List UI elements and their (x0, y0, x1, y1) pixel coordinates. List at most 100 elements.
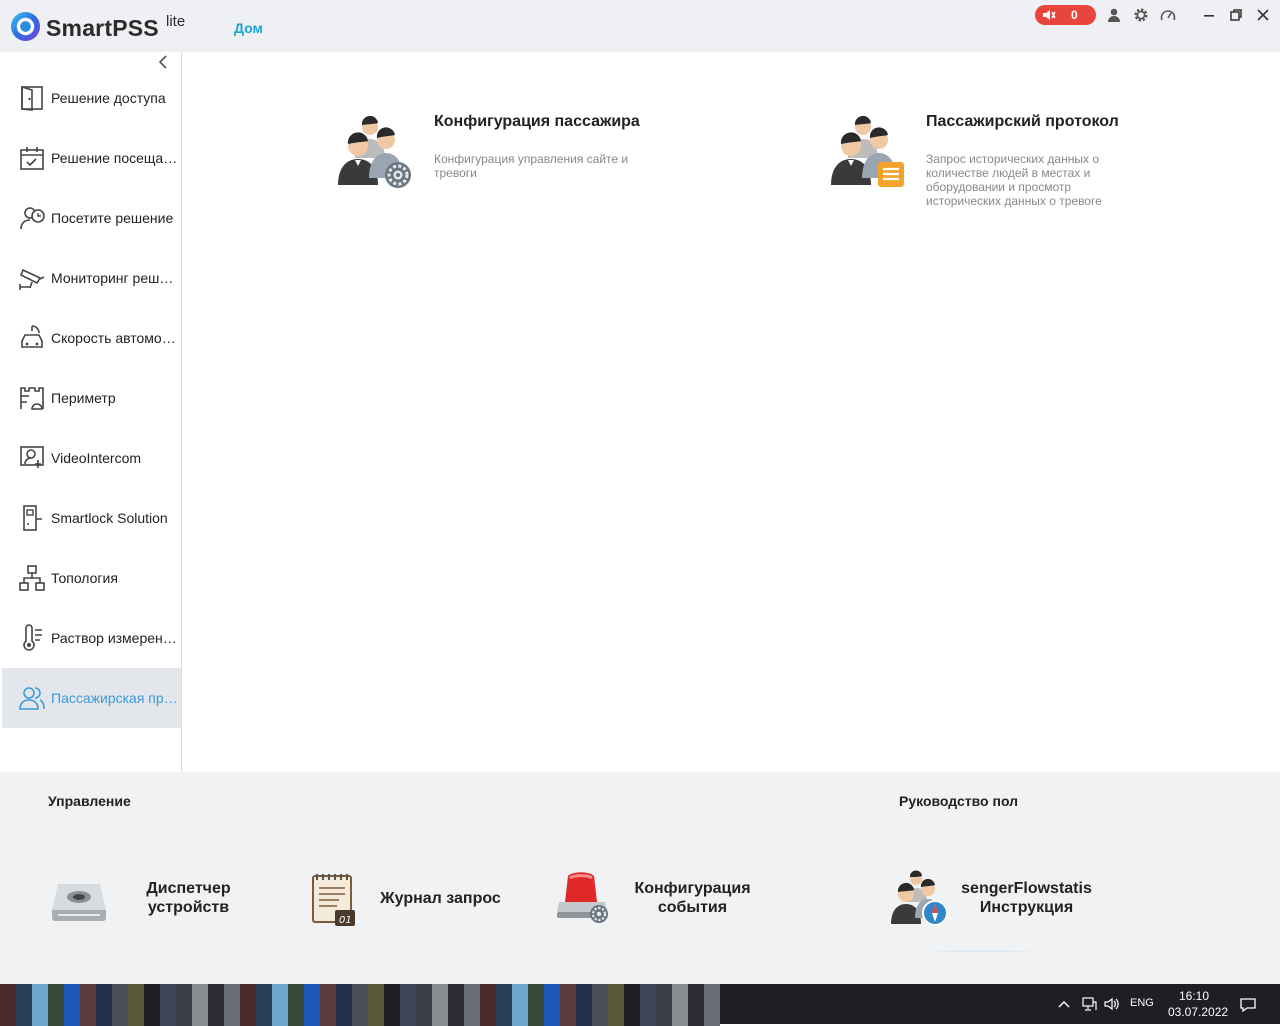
mosaic-tile (208, 998, 224, 1012)
notification-icon[interactable] (1239, 996, 1257, 1014)
alarm-count: 0 (1071, 8, 1078, 22)
mosaic-tile (528, 998, 544, 1012)
mosaic-tile (48, 998, 64, 1012)
mosaic-tile (240, 984, 256, 998)
tool-label-line: sengerFlowstatis (961, 880, 1092, 897)
mosaic-tile (608, 984, 624, 998)
mosaic-tile (320, 998, 336, 1012)
mosaic-tile (48, 984, 64, 998)
minimize-icon[interactable] (1201, 7, 1217, 23)
tool-label-line: Конфигурация (634, 880, 751, 897)
sidebar-item-label: Решение посещаемости (51, 150, 179, 166)
card-title: Пассажирский протокол (926, 113, 1119, 130)
card-desc-line: исторических данных о тревоге (926, 194, 1102, 208)
mosaic-tile (128, 998, 144, 1012)
mosaic-tile (480, 984, 496, 998)
mosaic-tile (0, 998, 16, 1012)
close-icon[interactable] (1255, 7, 1271, 23)
sidebar-item-temperature[interactable]: Раствор измерения температуры (2, 608, 181, 668)
mosaic-tile (176, 998, 192, 1012)
mosaic-tile (384, 984, 400, 998)
app-brand: SmartPSS (46, 15, 159, 41)
language-indicator[interactable]: ENG (1130, 997, 1154, 1009)
mosaic-tile (464, 984, 480, 998)
sidebar-item-label: Раствор измерения температуры (51, 630, 179, 646)
door-icon (21, 85, 43, 111)
mosaic-tile (512, 984, 528, 998)
sidebar-item-smartlock[interactable]: Smartlock Solution (2, 488, 181, 548)
mosaic-tile (304, 998, 320, 1012)
mosaic-tile (80, 998, 96, 1012)
sidebar-item-visitor[interactable]: Посетите решение (2, 188, 181, 248)
card-title: Конфигурация пассажира (434, 113, 640, 130)
card-desc-line: Конфигурация управления сайте и (434, 152, 629, 166)
mosaic-tile (400, 998, 416, 1012)
blurred-taskbar-apps (0, 984, 720, 1026)
mosaic-tile (544, 984, 560, 998)
mosaic-tile (0, 984, 16, 998)
mosaic-tile (272, 984, 288, 998)
sidebar-item-label: Мониторинг решений (51, 270, 179, 286)
mosaic-tile (288, 984, 304, 998)
sidebar-item-label: Пассажирская програма (51, 690, 179, 706)
intercom-icon (20, 446, 44, 468)
mosaic-tile (400, 984, 416, 998)
tool-label-line: Журнал запрос (380, 890, 501, 907)
mosaic-tile (512, 998, 528, 1012)
sidebar-item-label: Посетите решение (51, 210, 174, 226)
visitor-clock-icon (20, 207, 45, 230)
mosaic-tile (80, 984, 96, 998)
sidebar-item-topology[interactable]: Топология (2, 548, 181, 608)
mosaic-tile (576, 984, 592, 998)
restore-icon[interactable] (1228, 7, 1244, 23)
speedometer-icon[interactable] (1160, 7, 1176, 23)
sidebar-item-videointercom[interactable]: VideoIntercom (2, 428, 181, 488)
mosaic-tile (640, 998, 656, 1012)
alarm-button[interactable]: 0 (1035, 5, 1096, 25)
mosaic-tile (256, 984, 272, 998)
mosaic-tile (96, 984, 112, 998)
mosaic-tile (576, 998, 592, 1012)
mosaic-tile (560, 984, 576, 998)
mosaic-tile (32, 998, 48, 1012)
app-edition: lite (166, 13, 186, 30)
mosaic-tile (32, 984, 48, 998)
mosaic-tile (336, 984, 352, 998)
chevron-up-icon[interactable] (1056, 996, 1072, 1012)
tool-label-line: Инструкция (979, 899, 1074, 916)
mosaic-tile (544, 998, 560, 1012)
sidebar-item-perimeter[interactable]: Периметр (2, 368, 181, 428)
mosaic-tile (208, 984, 224, 998)
mosaic-tile (496, 998, 512, 1012)
sidebar-item-label: Smartlock Solution (51, 510, 168, 526)
mosaic-tile (672, 984, 688, 998)
tool-label-line: устройств (147, 899, 230, 916)
mosaic-tile (448, 984, 464, 998)
card-desc-line: тревоги (434, 166, 477, 180)
sidebar-item-vehicle-speed[interactable]: Скорость автомобиля (2, 308, 181, 368)
svg-text:01: 01 (339, 915, 352, 926)
mosaic-tile (256, 998, 272, 1012)
volume-icon[interactable] (1104, 996, 1120, 1012)
mosaic-tile (304, 984, 320, 998)
tab-home[interactable]: Дом (234, 20, 263, 36)
card-desc-line: Запрос исторических данных о (926, 152, 1099, 166)
network-icon[interactable] (1081, 996, 1097, 1012)
mosaic-tile (608, 998, 624, 1012)
tool-label: Конфигурация события (624, 879, 761, 917)
mosaic-tile (176, 984, 192, 998)
bottom-bar: Управление Руководство пол Диспетчер уст… (0, 772, 1280, 984)
mosaic-tile (592, 998, 608, 1012)
gear-icon[interactable] (1133, 7, 1149, 23)
mosaic-tile (96, 998, 112, 1012)
mosaic-tile (704, 998, 720, 1012)
sidebar-item-access[interactable]: Решение доступа (2, 68, 181, 128)
user-icon[interactable] (1106, 7, 1122, 23)
sidebar-item-passenger-flow[interactable]: Пассажирская програма (2, 668, 181, 728)
topology-icon (19, 565, 45, 591)
manage-section-title: Управление (48, 793, 131, 809)
sidebar-item-monitoring[interactable]: Мониторинг решений (2, 248, 181, 308)
system-clock[interactable]: 16:10 03.07.2022 (1168, 988, 1228, 1020)
sidebar-item-label: Решение доступа (51, 90, 166, 106)
sidebar-item-attendance[interactable]: Решение посещаемости (2, 128, 181, 188)
